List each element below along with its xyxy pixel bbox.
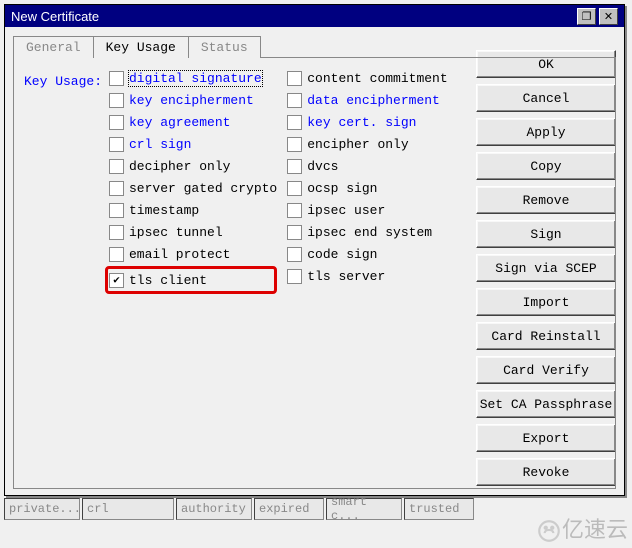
checkbox-column-left: digital signature key encipherment key agr… xyxy=(109,68,277,294)
tab-key-usage[interactable]: Key Usage xyxy=(93,36,189,58)
checkbox-box[interactable] xyxy=(287,247,302,262)
checkbox-box[interactable] xyxy=(287,269,302,284)
checkbox-label: data encipherment xyxy=(307,93,440,108)
checkbox-box[interactable] xyxy=(109,203,124,218)
checkbox-label: tls server xyxy=(307,269,385,284)
titlebar[interactable]: New Certificate ❐ ✕ xyxy=(5,5,624,27)
tab-general[interactable]: General xyxy=(13,36,94,58)
checkbox-label: timestamp xyxy=(129,203,199,218)
checkbox-label: ipsec tunnel xyxy=(129,225,223,240)
tab-bar: General Key Usage Status xyxy=(13,35,624,57)
status-private[interactable]: private... xyxy=(4,498,80,520)
checkbox-ocsp-sign[interactable]: ocsp sign xyxy=(287,178,447,198)
checkbox-box[interactable] xyxy=(109,225,124,240)
checkbox-box[interactable] xyxy=(109,93,124,108)
checkbox-content-commitment[interactable]: content commitment xyxy=(287,68,447,88)
checkbox-box[interactable]: ✔ xyxy=(109,273,124,288)
checkbox-box[interactable] xyxy=(287,225,302,240)
checkbox-digital-signature[interactable]: digital signature xyxy=(109,68,277,88)
checkbox-timestamp[interactable]: timestamp xyxy=(109,200,277,220)
checkbox-label: tls client xyxy=(129,273,207,288)
checkbox-label: encipher only xyxy=(307,137,408,152)
checkbox-box[interactable] xyxy=(287,203,302,218)
status-authority[interactable]: authority xyxy=(176,498,252,520)
checkbox-box[interactable] xyxy=(109,181,124,196)
checkbox-code-sign[interactable]: code sign xyxy=(287,244,447,264)
window-title: New Certificate xyxy=(11,9,574,24)
checkbox-key-encipherment[interactable]: key encipherment xyxy=(109,90,277,110)
status-trusted[interactable]: trusted xyxy=(404,498,474,520)
status-expired[interactable]: expired xyxy=(254,498,324,520)
checkbox-label: content commitment xyxy=(307,71,447,86)
checkbox-ipsec-user[interactable]: ipsec user xyxy=(287,200,447,220)
checkbox-label: dvcs xyxy=(307,159,338,174)
checkbox-label: ocsp sign xyxy=(307,181,377,196)
dialog-window: New Certificate ❐ ✕ General Key Usage St… xyxy=(4,4,625,496)
checkbox-email-protect[interactable]: email protect xyxy=(109,244,277,264)
checkbox-label: key cert. sign xyxy=(307,115,416,130)
checkbox-ipsec-end-system[interactable]: ipsec end system xyxy=(287,222,447,242)
checkbox-box[interactable] xyxy=(287,93,302,108)
checkbox-key-cert-sign[interactable]: key cert. sign xyxy=(287,112,447,132)
checkbox-label: decipher only xyxy=(129,159,230,174)
checkbox-column-right: content commitment data encipherment key c… xyxy=(287,68,447,294)
checkbox-label: server gated crypto xyxy=(129,181,277,196)
checkbox-tls-client[interactable]: ✔ tls client xyxy=(105,266,277,294)
checkbox-label: code sign xyxy=(307,247,377,262)
checkbox-encipher-only[interactable]: encipher only xyxy=(287,134,447,154)
minimize-icon[interactable]: ❐ xyxy=(577,8,596,25)
checkbox-label: ipsec end system xyxy=(307,225,432,240)
checkbox-box[interactable] xyxy=(287,71,302,86)
status-bar: private... crl authority expired smart c… xyxy=(4,498,474,520)
watermark: 亿速云 xyxy=(536,512,628,544)
checkbox-label: ipsec user xyxy=(307,203,385,218)
checkbox-dvcs[interactable]: dvcs xyxy=(287,156,447,176)
checkbox-box[interactable] xyxy=(287,181,302,196)
checkbox-box[interactable] xyxy=(287,159,302,174)
checkbox-box[interactable] xyxy=(109,115,124,130)
status-smart[interactable]: smart c... xyxy=(326,498,402,520)
checkbox-box[interactable] xyxy=(109,159,124,174)
checkbox-box[interactable] xyxy=(287,115,302,130)
checkbox-box[interactable] xyxy=(109,247,124,262)
tab-page: Key Usage: digital signature key encipher… xyxy=(13,57,616,489)
status-crl[interactable]: crl xyxy=(82,498,174,520)
checkbox-key-agreement[interactable]: key agreement xyxy=(109,112,277,132)
checkbox-label: crl sign xyxy=(129,137,191,152)
checkbox-tls-server[interactable]: tls server xyxy=(287,266,447,286)
checkbox-server-gated-crypto[interactable]: server gated crypto xyxy=(109,178,277,198)
checkbox-decipher-only[interactable]: decipher only xyxy=(109,156,277,176)
checkbox-label: key agreement xyxy=(129,115,230,130)
checkbox-label: email protect xyxy=(129,247,230,262)
key-usage-label: Key Usage: xyxy=(24,68,109,294)
checkbox-data-encipherment[interactable]: data encipherment xyxy=(287,90,447,110)
checkbox-crl-sign[interactable]: crl sign xyxy=(109,134,277,154)
checkbox-ipsec-tunnel[interactable]: ipsec tunnel xyxy=(109,222,277,242)
checkbox-box[interactable] xyxy=(109,71,124,86)
checkbox-box[interactable] xyxy=(287,137,302,152)
checkbox-label: key encipherment xyxy=(129,93,254,108)
checkbox-label: digital signature xyxy=(129,71,262,86)
tab-status[interactable]: Status xyxy=(188,36,261,58)
checkbox-box[interactable] xyxy=(109,137,124,152)
close-icon[interactable]: ✕ xyxy=(599,8,618,25)
